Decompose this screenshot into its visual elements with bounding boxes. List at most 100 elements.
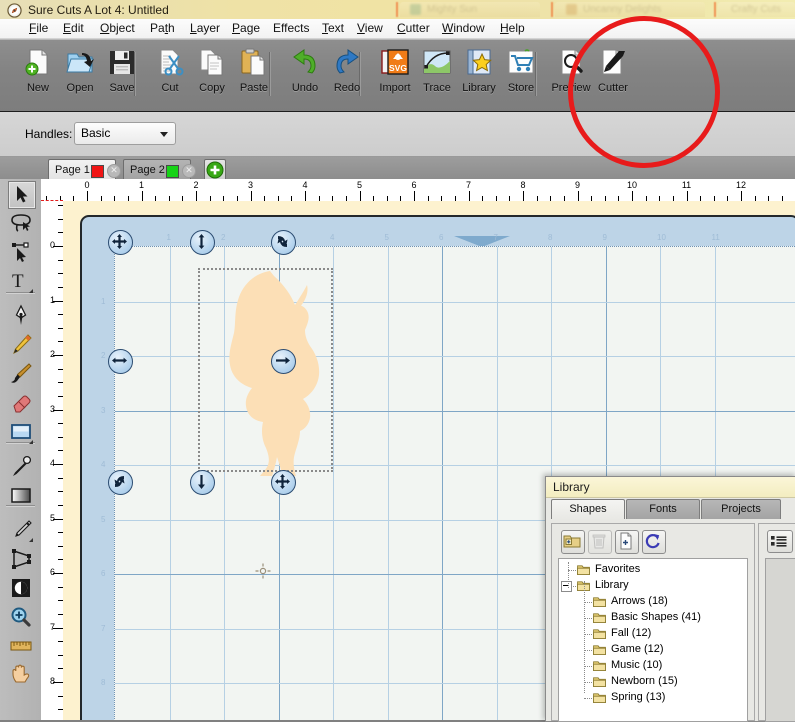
- arrow-updown-icon: [194, 234, 209, 249]
- new-document-icon: [23, 47, 53, 77]
- menu-item-cutter[interactable]: Cutter: [392, 21, 435, 36]
- handle-move-top-left[interactable]: [108, 230, 133, 255]
- menu-item-path[interactable]: Path: [145, 21, 180, 36]
- vertical-ruler[interactable]: 012345678: [41, 201, 64, 720]
- page-color-swatch[interactable]: [91, 165, 104, 178]
- library-tree-item[interactable]: Newborn (15): [559, 674, 747, 690]
- menu-item-window[interactable]: Window: [437, 21, 490, 36]
- library-tree-item[interactable]: Game (12): [559, 642, 747, 658]
- menu-item-layer[interactable]: Layer: [185, 21, 225, 36]
- text-tool[interactable]: T: [8, 268, 34, 294]
- tree-collapse-toggle[interactable]: [561, 581, 572, 592]
- ruler-tick-label: 0: [80, 180, 94, 190]
- handle-scale-left[interactable]: [108, 349, 133, 374]
- close-icon[interactable]: ✕: [182, 164, 196, 178]
- add-page-button[interactable]: [204, 159, 226, 180]
- tree-connector: [584, 602, 592, 603]
- library-tree-item[interactable]: Arrows (18): [559, 594, 747, 610]
- close-icon[interactable]: ✕: [107, 164, 121, 178]
- library-tab-projects[interactable]: Projects: [701, 499, 781, 520]
- toolbar-button-cutter[interactable]: Cutter: [587, 47, 639, 94]
- library-tab-shapes[interactable]: Shapes: [551, 499, 625, 521]
- menu-item-page[interactable]: Page: [227, 21, 265, 36]
- trash-icon: [590, 532, 608, 550]
- pencil-tool[interactable]: [8, 332, 34, 358]
- background-tab-divider: [396, 2, 398, 17]
- ruler-major-tick: [523, 191, 524, 201]
- pen-tool[interactable]: [8, 303, 34, 329]
- library-title-bar: Library: [546, 477, 795, 498]
- rectangle-shape-tool[interactable]: [8, 419, 34, 445]
- brush-tool[interactable]: [8, 361, 34, 387]
- ruler-tick-label: 9: [571, 180, 585, 190]
- arrow-down-icon: [194, 474, 209, 489]
- list-view-button[interactable]: [767, 530, 793, 553]
- move-4way-icon: [275, 474, 290, 489]
- ruler-tick-label: 4: [42, 458, 55, 468]
- toolbar-button-paste[interactable]: Paste: [228, 47, 280, 94]
- new-folder-button[interactable]: [561, 530, 585, 554]
- menu-item-text[interactable]: Text: [317, 21, 349, 36]
- library-tree-item[interactable]: Music (10): [559, 658, 747, 674]
- handle-rotate-top-right[interactable]: [271, 230, 296, 255]
- mat-coordinate-label: 8: [548, 233, 552, 242]
- page-color-swatch[interactable]: [166, 165, 179, 178]
- handle-scale-top[interactable]: [190, 230, 215, 255]
- mat-coordinate-label: 7: [101, 624, 105, 633]
- handle-move-bottom-right[interactable]: [271, 470, 296, 495]
- page-tab-1[interactable]: Page 1 ✕: [48, 159, 116, 180]
- eraser-tool[interactable]: [8, 390, 34, 416]
- library-folder-tree[interactable]: FavoritesLibrary Arrows (18)Basic Shapes …: [558, 558, 748, 722]
- contrast-tool[interactable]: [8, 575, 34, 601]
- hand-pan-tool[interactable]: [8, 662, 34, 688]
- toolbar-button-store[interactable]: Store: [495, 47, 547, 94]
- gradient-tool[interactable]: [8, 483, 34, 509]
- folder-icon: [577, 564, 590, 575]
- menu-item-help[interactable]: Help: [495, 21, 530, 36]
- toolbar-button-save[interactable]: Save: [96, 47, 148, 94]
- select-arrow-tool[interactable]: [8, 181, 36, 209]
- mat-coordinate-label: 2: [221, 233, 225, 242]
- menu-item-effects[interactable]: Effects: [268, 21, 314, 36]
- lasso-select-tool[interactable]: [8, 210, 34, 236]
- handles-select[interactable]: Basic: [74, 122, 176, 145]
- main-toolbar: New Open Save: [0, 39, 795, 113]
- handle-rotate-bottom-left[interactable]: [108, 470, 133, 495]
- add-file-button[interactable]: [615, 530, 639, 554]
- mat-coordinate-label: 5: [385, 233, 389, 242]
- library-tree-item[interactable]: Library: [559, 578, 747, 594]
- horizontal-ruler[interactable]: 0123456789101112: [41, 179, 795, 202]
- clipboard-paste-icon: [239, 47, 269, 77]
- library-tree-item[interactable]: Basic Shapes (41): [559, 610, 747, 626]
- flyout-arrow-icon: [29, 289, 33, 293]
- library-tree-item[interactable]: Fall (12): [559, 626, 747, 642]
- handle-scale-bottom[interactable]: [190, 470, 215, 495]
- ruler-major-tick: [142, 191, 143, 201]
- center-anchor-icon[interactable]: [255, 563, 271, 579]
- handle-scale-right[interactable]: [271, 349, 296, 374]
- eyedropper-tool[interactable]: [8, 454, 34, 480]
- library-tree-item[interactable]: Favorites: [559, 562, 747, 578]
- menu-item-edit[interactable]: Edit: [58, 21, 89, 36]
- tree-connector: [584, 634, 592, 635]
- node-edit-tool[interactable]: [8, 239, 34, 265]
- library-thumbnail-list[interactable]: [765, 558, 795, 722]
- menu-item-view[interactable]: View: [352, 21, 388, 36]
- knife-tool[interactable]: [8, 517, 34, 543]
- zoom-tool[interactable]: [8, 604, 34, 630]
- library-tab-fonts[interactable]: Fonts: [626, 499, 700, 520]
- rotate-icon: [112, 474, 127, 489]
- library-tree-item[interactable]: Spring (13): [559, 690, 747, 706]
- page-tab-2[interactable]: Page 2 ✕: [123, 159, 191, 180]
- refresh-button[interactable]: [642, 530, 666, 554]
- ruler-tick-label: 11: [680, 180, 694, 190]
- menu-item-file[interactable]: File: [24, 21, 53, 36]
- menu-item-object[interactable]: Object: [95, 21, 140, 36]
- library-tree-item-label: Library: [595, 579, 629, 591]
- ruler-tick-label: 1: [42, 295, 55, 305]
- toolbar-button-redo[interactable]: Redo: [321, 47, 373, 94]
- shear-tool[interactable]: [8, 546, 34, 572]
- ruler-tool[interactable]: [8, 633, 34, 659]
- ruler-tick-label: 7: [462, 180, 476, 190]
- mat-gridline-vertical: [170, 247, 171, 720]
